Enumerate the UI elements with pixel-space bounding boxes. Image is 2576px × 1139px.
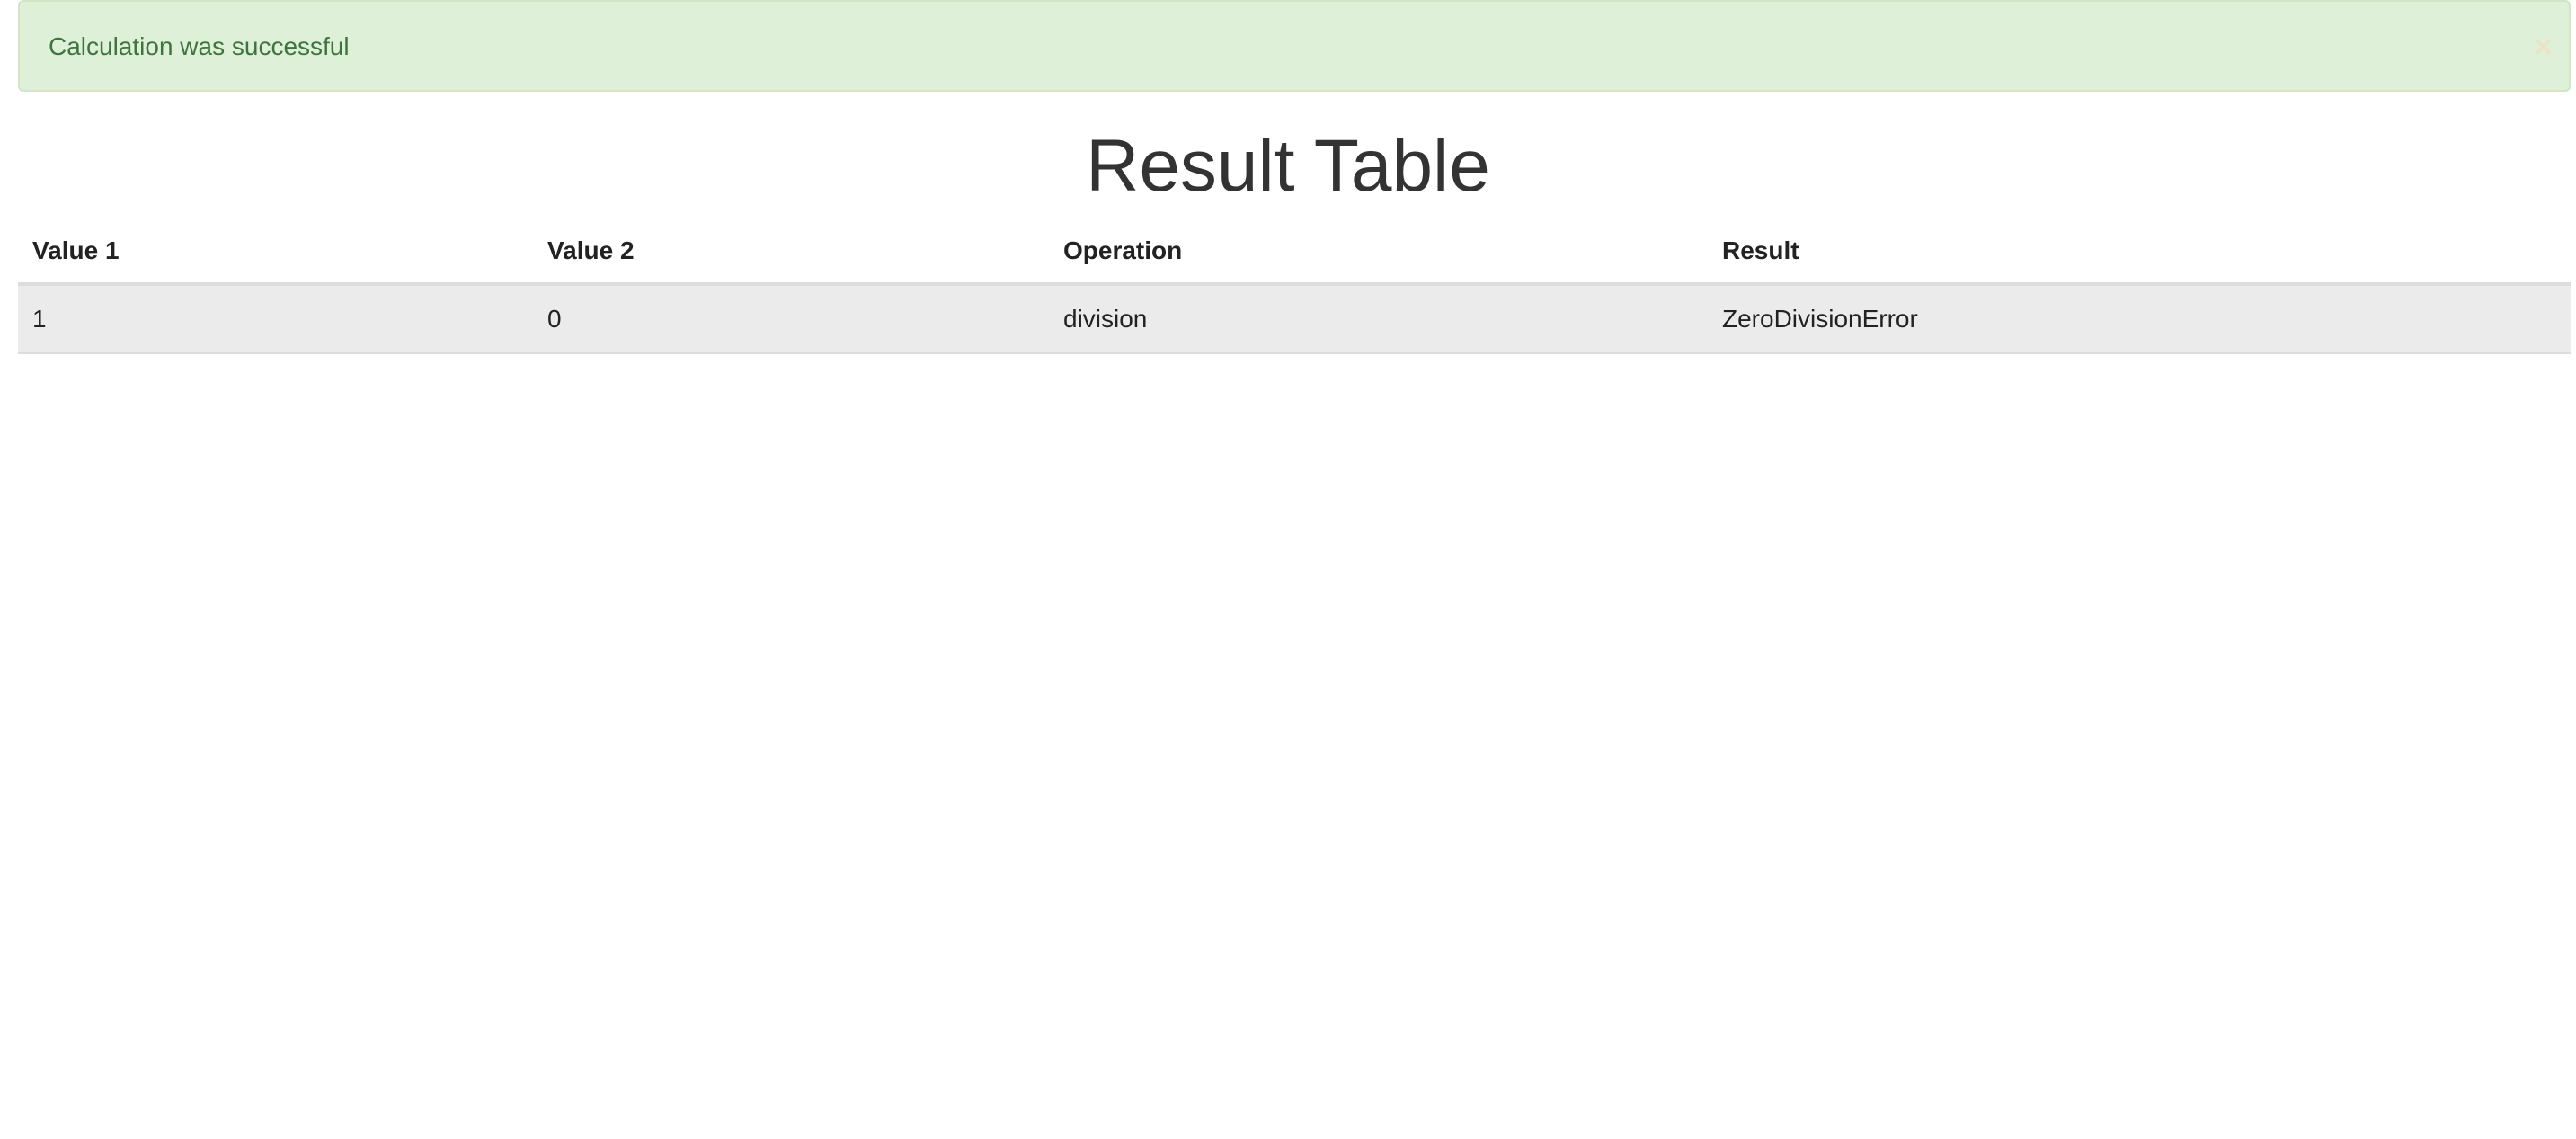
- table-row: 1 0 division ZeroDivisionError: [18, 284, 2571, 354]
- result-table: Value 1 Value 2 Operation Result 1 0 div…: [18, 219, 2571, 354]
- table-header-row: Value 1 Value 2 Operation Result: [18, 219, 2571, 286]
- cell-operation: division: [1049, 284, 1708, 354]
- column-header-result: Result: [1708, 219, 2571, 286]
- alert-message: Calculation was successful: [49, 32, 350, 60]
- page-title: Result Table: [1086, 125, 1490, 207]
- success-alert: Calculation was successful ×: [18, 0, 2571, 92]
- cell-value-1: 1: [18, 284, 533, 354]
- close-icon[interactable]: ×: [2534, 2, 2553, 92]
- column-header-value-2: Value 2: [533, 219, 1049, 286]
- page: Calculation was successful × Result Tabl…: [0, 0, 2576, 1139]
- column-header-value-1: Value 1: [18, 219, 533, 286]
- column-header-operation: Operation: [1049, 219, 1708, 286]
- cell-value-2: 0: [533, 284, 1049, 354]
- cell-result: ZeroDivisionError: [1708, 284, 2571, 354]
